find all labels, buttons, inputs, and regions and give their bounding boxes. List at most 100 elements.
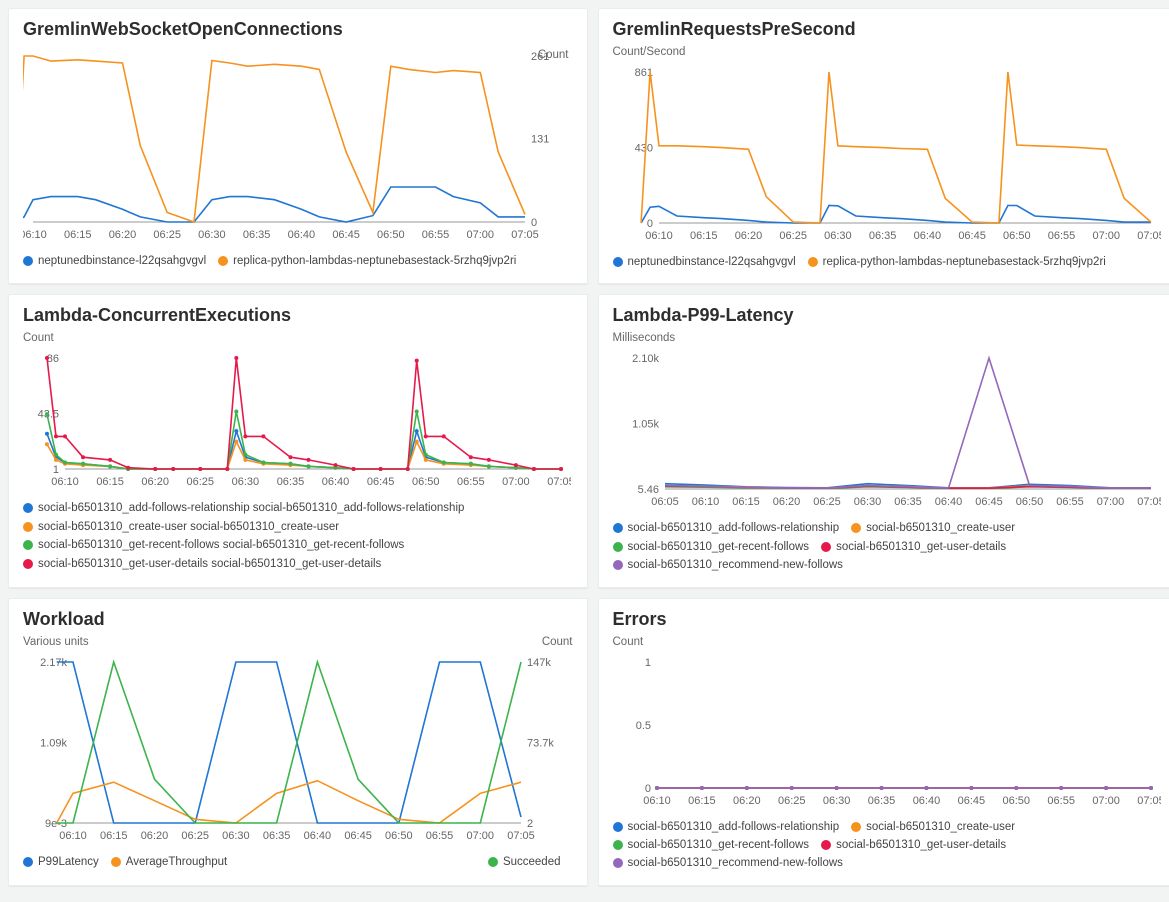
- legend-item[interactable]: replica-python-lambdas-neptunebasestack-…: [808, 253, 1106, 271]
- panel-workload: Workload Various units Count 06:1006:150…: [8, 598, 588, 886]
- legend-item[interactable]: social-b6501310_create-user social-b6501…: [23, 518, 561, 536]
- legend: social-b6501310_add-follows-relationship…: [613, 818, 1163, 873]
- unit-label-left: Various units: [23, 636, 89, 648]
- chart-svg[interactable]: 06:1006:1506:2006:2506:3006:3506:4006:45…: [23, 348, 571, 493]
- legend-item[interactable]: neptunedbinstance-l22qsahgvgvl: [23, 252, 206, 270]
- legend-item[interactable]: social-b6501310_get-user-details: [821, 538, 1006, 556]
- legend-item[interactable]: social-b6501310_create-user: [851, 818, 1015, 836]
- legend-item[interactable]: social-b6501310_add-follows-relationship…: [23, 499, 561, 517]
- svg-text:06:30: 06:30: [824, 230, 852, 242]
- svg-text:06:35: 06:35: [277, 476, 305, 488]
- series-line[interactable]: [47, 431, 561, 469]
- swatch-icon: [821, 840, 831, 850]
- svg-text:06:20: 06:20: [141, 476, 169, 488]
- unit-label-left: Count: [23, 332, 573, 344]
- svg-text:06:55: 06:55: [457, 476, 485, 488]
- svg-text:06:50: 06:50: [1002, 795, 1030, 807]
- legend-item[interactable]: P99Latency: [23, 853, 99, 871]
- swatch-icon: [23, 522, 33, 532]
- swatch-icon: [218, 256, 228, 266]
- svg-text:06:15: 06:15: [64, 229, 92, 241]
- svg-text:06:10: 06:10: [645, 230, 673, 242]
- swatch-icon: [23, 256, 33, 266]
- chart-area[interactable]: 06:0506:1006:1506:2006:2506:3006:3506:40…: [613, 348, 1163, 513]
- series-line[interactable]: [57, 780, 521, 822]
- legend-item[interactable]: Succeeded: [488, 853, 561, 871]
- chart-svg[interactable]: 06:1006:1506:2006:2506:3006:3506:4006:45…: [613, 652, 1161, 812]
- legend-item[interactable]: social-b6501310_add-follows-relationship: [613, 818, 840, 836]
- legend-item[interactable]: replica-python-lambdas-neptunebasestack-…: [218, 252, 516, 270]
- swatch-icon: [23, 503, 33, 513]
- panel-lambda-p99: Lambda-P99-Latency Milliseconds 06:0506:…: [598, 294, 1169, 587]
- panel-title: Errors: [613, 609, 1163, 630]
- swatch-icon: [821, 542, 831, 552]
- svg-text:06:15: 06:15: [732, 496, 760, 508]
- legend-item[interactable]: social-b6501310_get-user-details: [821, 836, 1006, 854]
- svg-text:06:45: 06:45: [332, 229, 360, 241]
- series-line[interactable]: [665, 358, 1151, 488]
- legend-item[interactable]: social-b6501310_get-recent-follows: [613, 538, 810, 556]
- unit-label-left: Milliseconds: [613, 332, 1163, 344]
- svg-text:0: 0: [646, 218, 652, 230]
- svg-text:06:50: 06:50: [385, 830, 413, 842]
- legend-item[interactable]: social-b6501310_get-user-details social-…: [23, 555, 561, 573]
- svg-text:06:25: 06:25: [181, 830, 209, 842]
- series-line[interactable]: [641, 206, 1151, 224]
- svg-text:06:50: 06:50: [1015, 496, 1043, 508]
- legend-item[interactable]: social-b6501310_get-recent-follows socia…: [23, 536, 561, 554]
- dashboard: GremlinWebSocketOpenConnections Count 06…: [8, 8, 1169, 886]
- series-line[interactable]: [23, 187, 525, 222]
- chart-svg[interactable]: 06:1006:1506:2006:2506:3006:3506:4006:45…: [613, 62, 1161, 247]
- chart-svg[interactable]: 06:1006:1506:2006:2506:3006:3506:4006:45…: [23, 652, 571, 847]
- svg-text:06:20: 06:20: [772, 496, 800, 508]
- legend-item[interactable]: social-b6501310_add-follows-relationship: [613, 519, 840, 537]
- legend-item[interactable]: social-b6501310_recommend-new-follows: [613, 854, 843, 872]
- swatch-icon: [613, 257, 623, 267]
- panel-title: Lambda-ConcurrentExecutions: [23, 305, 573, 326]
- series-line[interactable]: [57, 662, 521, 823]
- svg-text:07:05: 07:05: [1137, 795, 1161, 807]
- svg-text:0: 0: [644, 783, 650, 795]
- series-line[interactable]: [47, 412, 561, 470]
- chart-area[interactable]: 06:1006:1506:2006:2506:3006:3506:4006:45…: [613, 62, 1163, 247]
- swatch-icon: [808, 257, 818, 267]
- svg-text:06:35: 06:35: [263, 830, 291, 842]
- chart-area[interactable]: 06:1006:1506:2006:2506:3006:3506:4006:45…: [613, 652, 1163, 812]
- legend: social-b6501310_add-follows-relationship…: [613, 519, 1163, 574]
- legend: social-b6501310_add-follows-relationship…: [23, 499, 573, 573]
- svg-text:06:45: 06:45: [975, 496, 1003, 508]
- svg-text:06:50: 06:50: [377, 229, 405, 241]
- panel-title: Workload: [23, 609, 573, 630]
- svg-text:147k: 147k: [527, 657, 551, 669]
- svg-text:0: 0: [531, 217, 537, 229]
- svg-text:07:00: 07:00: [502, 476, 530, 488]
- legend-item[interactable]: social-b6501310_create-user: [851, 519, 1015, 537]
- panel-gremlin-ws: GremlinWebSocketOpenConnections Count 06…: [8, 8, 588, 284]
- svg-text:5.46: 5.46: [637, 484, 658, 496]
- chart-svg[interactable]: 06:0506:1006:1506:2006:2506:3006:3506:40…: [613, 348, 1161, 513]
- series-line[interactable]: [641, 72, 1151, 223]
- svg-text:1: 1: [53, 464, 59, 476]
- series-line[interactable]: [23, 56, 525, 222]
- series-line[interactable]: [57, 662, 521, 823]
- svg-text:06:25: 06:25: [187, 476, 215, 488]
- svg-text:06:35: 06:35: [868, 230, 896, 242]
- chart-svg[interactable]: 06:1006:1506:2006:2506:3006:3506:4006:45…: [23, 46, 571, 246]
- svg-text:73.7k: 73.7k: [527, 737, 554, 749]
- svg-text:06:15: 06:15: [96, 476, 124, 488]
- svg-text:07:05: 07:05: [1137, 230, 1161, 242]
- legend-item[interactable]: social-b6501310_get-recent-follows: [613, 836, 810, 854]
- chart-area[interactable]: 06:1006:1506:2006:2506:3006:3506:4006:45…: [23, 46, 573, 246]
- legend-item[interactable]: social-b6501310_recommend-new-follows: [613, 556, 843, 574]
- svg-text:06:55: 06:55: [426, 830, 454, 842]
- svg-text:1.05k: 1.05k: [632, 419, 659, 431]
- svg-text:06:20: 06:20: [733, 795, 761, 807]
- svg-text:06:20: 06:20: [734, 230, 762, 242]
- legend-item[interactable]: AverageThroughput: [111, 853, 227, 871]
- panel-title: Lambda-P99-Latency: [613, 305, 1163, 326]
- legend-item[interactable]: neptunedbinstance-l22qsahgvgvl: [613, 253, 796, 271]
- chart-area[interactable]: 06:1006:1506:2006:2506:3006:3506:4006:45…: [23, 652, 573, 847]
- chart-area[interactable]: 06:1006:1506:2006:2506:3006:3506:4006:45…: [23, 348, 573, 493]
- series-line[interactable]: [47, 358, 561, 469]
- svg-text:06:25: 06:25: [779, 230, 807, 242]
